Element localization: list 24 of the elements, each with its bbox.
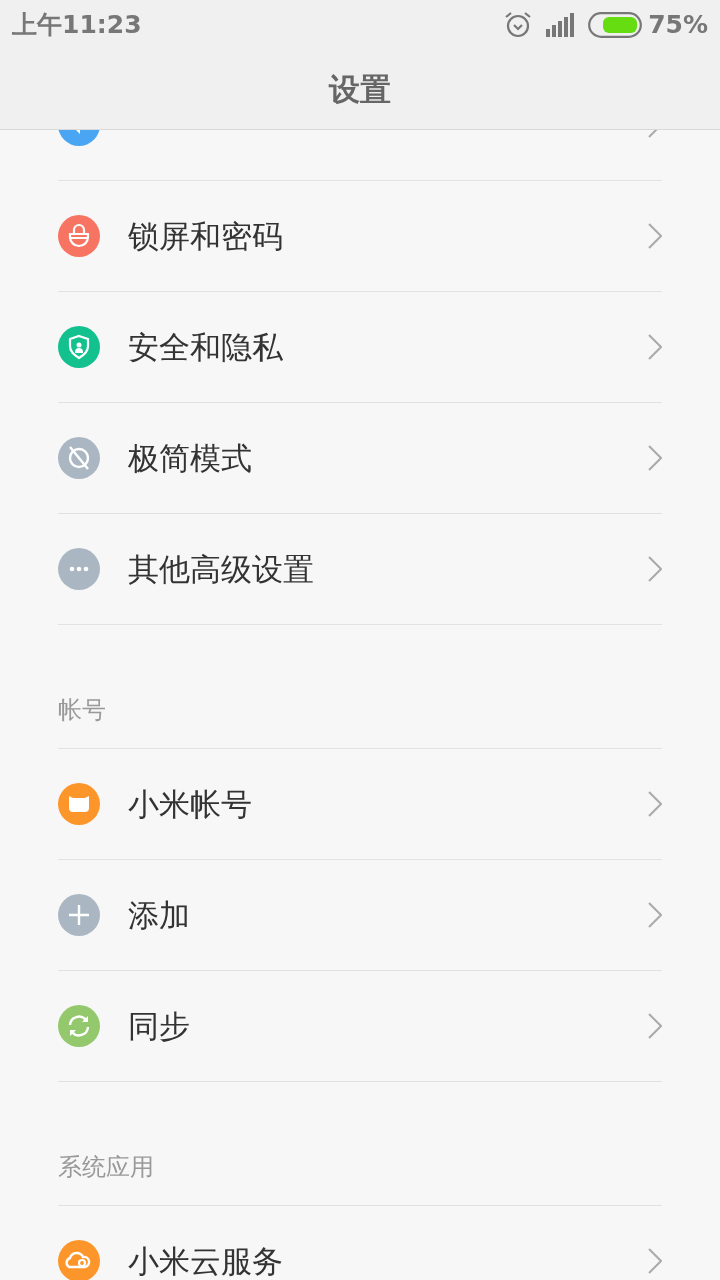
page-title: 设置 xyxy=(329,70,391,110)
settings-row[interactable]: 小米云服务 xyxy=(58,1205,662,1280)
settings-row[interactable]: 小米帐号 xyxy=(58,748,662,859)
section-header: 系统应用 xyxy=(58,1152,155,1183)
settings-row[interactable]: 锁屏和密码 xyxy=(58,180,662,291)
row-label: 锁屏和密码 xyxy=(128,216,284,256)
settings-row[interactable]: 极简模式 xyxy=(58,402,662,513)
row-label: 安全和隐私 xyxy=(128,327,284,367)
row-label: 小米云服务 xyxy=(128,1241,284,1280)
settings-row[interactable]: 同步 xyxy=(58,970,662,1081)
row-label: 添加 xyxy=(128,895,191,935)
settings-row[interactable]: 添加 xyxy=(58,859,662,970)
row-label: 极简模式 xyxy=(128,438,253,478)
row-label: 其他高级设置 xyxy=(128,549,315,589)
section-header: 帐号 xyxy=(58,695,107,726)
battery-icon xyxy=(588,12,643,38)
signal-icon xyxy=(546,13,577,37)
battery-percent: 75% xyxy=(648,9,708,42)
alarm-icon xyxy=(504,11,533,39)
status-time: 上午11:23 xyxy=(12,9,142,42)
settings-row[interactable]: 其他高级设置 xyxy=(58,513,662,624)
row-label: 小米帐号 xyxy=(128,784,253,824)
settings-row[interactable]: 安全和隐私 xyxy=(58,291,662,402)
row-label: 同步 xyxy=(128,1006,191,1046)
